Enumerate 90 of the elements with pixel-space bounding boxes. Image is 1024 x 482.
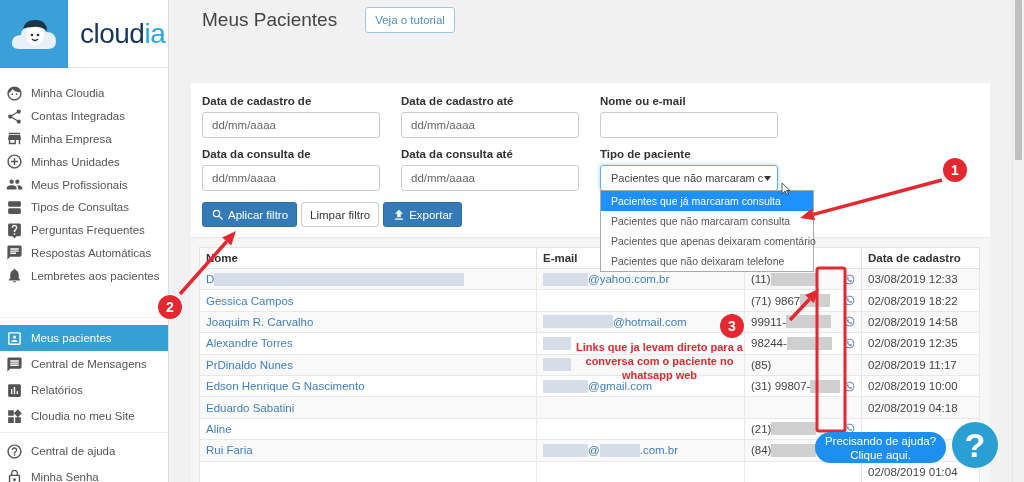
date-text: 02/08/2019 12:35 bbox=[868, 337, 958, 350]
phone-text: (31) 99807- bbox=[751, 380, 811, 393]
step-number: 2 bbox=[158, 295, 182, 319]
sidebar-item[interactable]: Meus pacientes bbox=[0, 325, 168, 352]
date-field[interactable]: dd/mm/aaaa bbox=[401, 165, 579, 191]
sidebar-item[interactable]: Relatórios bbox=[0, 377, 168, 404]
date-text: 02/08/2019 04:18 bbox=[868, 401, 958, 414]
whatsapp-link-icon[interactable] bbox=[844, 316, 855, 328]
sidebar-item[interactable]: Meus Profissionais bbox=[0, 173, 168, 196]
patient-name-link[interactable]: Joaquim R. Carvalho bbox=[206, 315, 314, 328]
lock-icon bbox=[6, 468, 23, 482]
logo-text: cloudia bbox=[80, 17, 166, 50]
whatsapp-link-icon[interactable] bbox=[844, 337, 855, 349]
field-label: Tipo de paciente bbox=[600, 148, 692, 160]
sidebar-item[interactable]: Minha Empresa bbox=[0, 127, 168, 151]
patient-name-link[interactable]: Eduardo Sabatini bbox=[206, 401, 295, 414]
share-icon bbox=[6, 107, 23, 125]
step-number: 1 bbox=[943, 158, 967, 182]
phone-text: 98244- bbox=[751, 337, 787, 350]
field-label: Nome ou e-mail bbox=[600, 95, 687, 107]
field-label: Data de cadastro até bbox=[401, 95, 515, 107]
sidebar-item[interactable]: Minhas Unidades bbox=[0, 150, 168, 174]
patient-name-link[interactable]: Gessica Campos bbox=[206, 294, 294, 307]
email-link[interactable]: .com.br bbox=[639, 444, 679, 457]
phone-text: (11) bbox=[751, 273, 771, 286]
phone-text: (21) bbox=[751, 422, 772, 435]
date-text: 02/08/2019 11:17 bbox=[868, 358, 957, 371]
annotation-note: Links que ja levam direto para a conversa com o paciente no whatsapp web bbox=[576, 340, 743, 382]
field-label: Data da consulta de bbox=[202, 148, 312, 160]
date-text: 02/08/2019 18:22 bbox=[868, 294, 958, 307]
person-card-icon bbox=[6, 329, 23, 347]
chat-icon bbox=[6, 244, 23, 262]
filter-button[interactable]: Aplicar filtro bbox=[202, 202, 298, 227]
phone-text: (85) bbox=[751, 358, 772, 371]
step-number: 3 bbox=[720, 314, 744, 338]
search-icon bbox=[211, 207, 225, 222]
sidebar-item[interactable]: Minha Cloudia bbox=[0, 82, 168, 105]
date-field[interactable]: dd/mm/aaaa bbox=[202, 165, 380, 191]
phone-text: 99911- bbox=[751, 315, 786, 328]
date-text: 02/08/2019 01:04 bbox=[868, 465, 958, 478]
annotation-arrow bbox=[178, 231, 236, 296]
filter-button[interactable]: Limpar filtro bbox=[301, 202, 380, 227]
caret-icon bbox=[764, 175, 771, 181]
sidebar-item[interactable]: Perguntas Frequentes bbox=[0, 218, 168, 242]
face-icon bbox=[6, 84, 23, 102]
patient-name-link[interactable]: Alexandre Torres bbox=[206, 337, 293, 350]
sidebar-item[interactable]: Contas Integradas bbox=[0, 104, 168, 128]
sidebar-item[interactable]: Tipos de Consultas bbox=[0, 196, 168, 219]
email-link[interactable]: @ bbox=[588, 444, 600, 457]
whatsapp-link-icon[interactable] bbox=[844, 295, 855, 307]
column-header: Data de cadastro bbox=[861, 247, 980, 269]
phone-text: (84) bbox=[751, 444, 772, 457]
page-title: Meus Pacientes bbox=[202, 9, 338, 31]
field-label: Data da consulta até bbox=[401, 148, 514, 160]
patient-name-link[interactable]: PrDinaldo Nunes bbox=[206, 358, 293, 371]
email-link[interactable]: @yahoo.com.br bbox=[588, 273, 670, 286]
scrollbar-thumb[interactable] bbox=[1015, 0, 1022, 160]
whatsapp-link-icon[interactable] bbox=[844, 380, 855, 392]
bar-chart-icon bbox=[6, 381, 23, 399]
field-label: Data de cadastro de bbox=[202, 95, 313, 107]
email-link[interactable]: @gmail.com bbox=[588, 380, 653, 393]
widgets-icon bbox=[6, 407, 23, 425]
filter-button[interactable]: Exportar bbox=[383, 202, 462, 227]
sidebar-item[interactable]: Lembretes aos pacientes bbox=[0, 264, 168, 288]
sidebar-item[interactable]: Central de Mensagens bbox=[0, 351, 168, 378]
bell-icon bbox=[6, 267, 23, 285]
date-text: 03/08/2019 12:33 bbox=[868, 273, 958, 286]
phone-text: (71) 9867 bbox=[751, 294, 801, 307]
patient-name-link[interactable]: Edson Henrique G Nascimento bbox=[206, 380, 365, 393]
patient-name-link[interactable]: Rui Faria bbox=[206, 444, 253, 457]
rows-icon bbox=[6, 198, 23, 216]
sidebar-item[interactable]: Minha Senha bbox=[0, 464, 168, 482]
email-link[interactable]: @hotmail.com bbox=[613, 315, 687, 328]
whatsapp-link-icon[interactable] bbox=[844, 273, 855, 285]
help-chat-button[interactable]: Precisando de ajuda? Clique aqui. bbox=[815, 432, 946, 463]
patient-name-link[interactable]: Aline bbox=[206, 422, 232, 435]
sidebar-item[interactable]: Cloudia no meu Site bbox=[0, 403, 168, 430]
tutorial-button[interactable]: Veja o tutorial bbox=[365, 7, 455, 33]
sidebar-item[interactable]: Respostas Automáticas bbox=[0, 241, 168, 265]
sidebar-item[interactable]: Central de ajuda bbox=[0, 438, 168, 465]
help-icon bbox=[6, 442, 23, 460]
patient-name-link[interactable]: D bbox=[206, 273, 215, 286]
dropdown-option[interactable]: Pacientes que já marcaram consulta bbox=[601, 191, 813, 211]
date-field[interactable]: dd/mm/aaaa bbox=[202, 112, 380, 138]
date-field[interactable] bbox=[600, 112, 778, 138]
date-text: 02/08/2019 10:00 bbox=[868, 380, 958, 393]
message-icon bbox=[6, 355, 23, 373]
date-field[interactable]: dd/mm/aaaa bbox=[401, 112, 579, 138]
date-text: 02/08/2019 14:58 bbox=[868, 315, 958, 328]
question-icon bbox=[6, 221, 23, 239]
